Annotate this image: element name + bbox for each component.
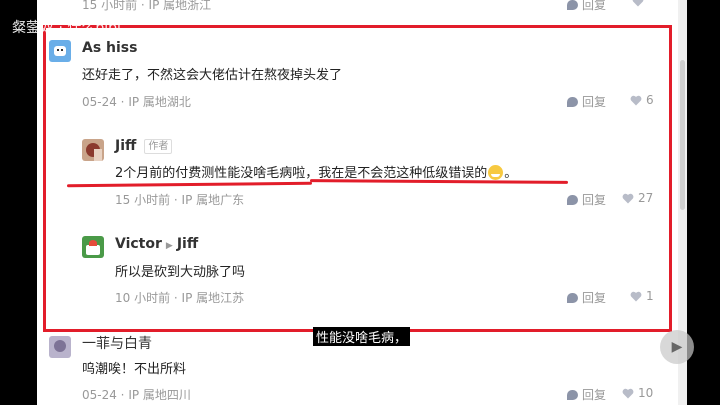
comment-text-body: 2个月前的付费测性能没啥毛病啦，我在是不会范这种低级错误的 <box>115 166 488 181</box>
reply-icon <box>567 292 578 303</box>
heart-icon <box>622 193 634 203</box>
avatar[interactable] <box>49 40 71 62</box>
author-badge: 作者 <box>144 138 173 154</box>
reply-label: 回复 <box>582 193 607 207</box>
reply-button[interactable]: 回复 <box>567 386 606 403</box>
comment-meta: 15 小时前 · IP 属地浙江 <box>82 0 212 12</box>
grin-emoji-icon <box>488 165 504 180</box>
avatar[interactable] <box>82 139 104 161</box>
comment-author[interactable]: Victor ▶ Jiff <box>115 236 198 252</box>
comment-author[interactable]: 一菲与白青 <box>82 333 152 353</box>
like-count: 10 <box>638 386 654 400</box>
author-name: Victor <box>115 236 162 252</box>
video-watermark: 粲蓥奴 · 什么bibi <box>12 20 121 36</box>
reply-button[interactable]: 回复 <box>567 93 606 110</box>
comment-meta: 15 小时前 · IP 属地广东 <box>115 193 245 207</box>
avatar[interactable] <box>82 236 104 258</box>
reply-label: 回复 <box>582 291 607 305</box>
comment-text: 2个月前的付费测性能没啥毛病啦，我在是不会范这种低级错误的 。 <box>115 162 517 181</box>
reply-button[interactable]: 回复 <box>567 289 606 306</box>
like-button[interactable]: 1 <box>630 289 654 303</box>
like-button[interactable] <box>632 0 644 7</box>
like-count: 1 <box>646 289 654 303</box>
reply-button[interactable]: 回复 <box>567 0 606 13</box>
reply-icon <box>567 0 578 10</box>
comment-text: 呜潮唉！不出所料 <box>82 362 187 377</box>
comment-author[interactable]: As hiss <box>82 40 137 56</box>
reply-label: 回复 <box>582 388 607 402</box>
reply-target-name[interactable]: Jiff <box>177 236 198 252</box>
comment-text: 所以是砍到大动脉了吗 <box>115 265 246 280</box>
reply-icon <box>567 96 578 107</box>
comment-text: 还好走了，不然这会大佬估计在熬夜掉头发了 <box>82 68 343 83</box>
comment-meta: 05-24 · IP 属地湖北 <box>82 95 191 109</box>
like-button[interactable]: 10 <box>622 386 653 400</box>
reply-icon <box>567 389 578 400</box>
caret-right-icon: ▶ <box>165 241 173 251</box>
author-name: Jiff <box>115 138 137 154</box>
like-count: 27 <box>638 191 654 205</box>
like-button[interactable]: 27 <box>622 191 653 205</box>
avatar[interactable] <box>49 336 71 358</box>
reply-label: 回复 <box>582 0 607 12</box>
heart-icon <box>630 291 642 301</box>
scrollbar-thumb[interactable] <box>680 60 685 210</box>
play-icon[interactable]: ▶ <box>660 330 694 364</box>
like-button[interactable]: 6 <box>630 93 654 107</box>
heart-icon <box>622 388 634 398</box>
reply-label: 回复 <box>582 95 607 109</box>
heart-icon <box>630 95 642 105</box>
comment-author[interactable]: Jiff 作者 <box>115 138 173 154</box>
reply-button[interactable]: 回复 <box>567 191 606 208</box>
comment-meta: 10 小时前 · IP 属地江苏 <box>115 291 245 305</box>
video-subtitle: 性能没啥毛病， <box>313 327 411 346</box>
reply-icon <box>567 194 578 205</box>
heart-icon <box>632 0 644 7</box>
comment-meta: 05-24 · IP 属地四川 <box>82 388 191 402</box>
comment-text-end: 。 <box>504 166 518 181</box>
like-count: 6 <box>646 93 654 107</box>
